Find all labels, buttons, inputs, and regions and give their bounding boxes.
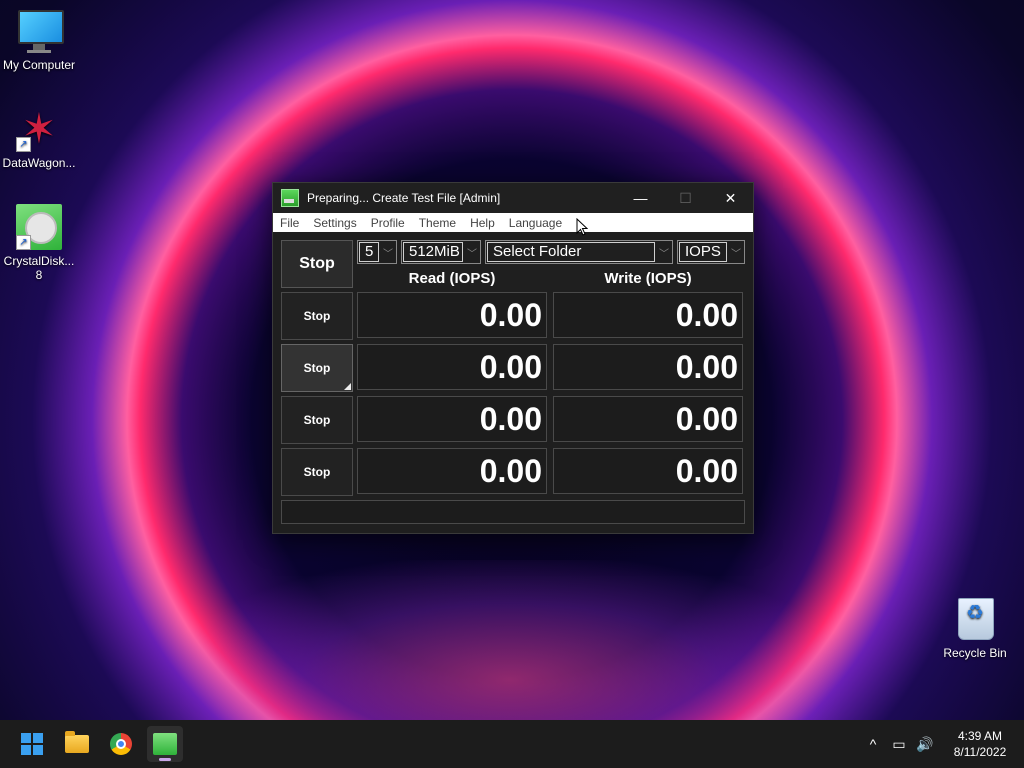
- start-button[interactable]: [14, 726, 50, 762]
- read-result-4: 0.00: [357, 448, 547, 494]
- test-stop-label-2: Stop: [303, 361, 331, 375]
- test-stop-button-3[interactable]: Stop: [281, 396, 353, 444]
- active-app-indicator: [159, 758, 171, 761]
- chevron-down-icon: ﹀: [731, 248, 741, 260]
- wallpaper-glow: [180, 560, 840, 720]
- taskbar-clock[interactable]: 4:39 AM 8/11/2022: [944, 728, 1016, 760]
- clock-time: 4:39 AM: [957, 729, 1003, 743]
- network-icon[interactable]: ▭: [886, 736, 912, 753]
- menu-profile[interactable]: Profile: [364, 216, 412, 230]
- menu-theme[interactable]: Theme: [412, 216, 463, 230]
- all-stop-button[interactable]: Stop: [281, 240, 353, 288]
- taskbar-crystaldiskmark[interactable]: [147, 726, 183, 762]
- minimize-button[interactable]: —: [618, 183, 663, 213]
- status-bar: [281, 500, 745, 524]
- unit-value: IOPS: [679, 242, 727, 262]
- test-stop-button-2[interactable]: Stop: [281, 344, 353, 392]
- monitor-icon: [16, 8, 64, 54]
- tray-chevron-icon[interactable]: ^: [860, 736, 886, 752]
- desktop: My Computer ✶ ↗ DataWagon... ↗ CrystalDi…: [0, 0, 1024, 720]
- unit-select[interactable]: IOPS ﹀: [677, 240, 745, 264]
- folder-select[interactable]: Select Folder ﹀: [485, 240, 673, 264]
- write-result-4: 0.00: [553, 448, 743, 494]
- file-explorer-icon: [65, 731, 89, 753]
- test-stop-button-4[interactable]: Stop: [281, 448, 353, 496]
- mouse-cursor-icon: [576, 218, 588, 236]
- menu-language[interactable]: Language: [502, 216, 569, 230]
- window-title: Preparing... Create Test File [Admin]: [307, 191, 501, 205]
- desktop-icon-label: DataWagon...: [2, 156, 76, 170]
- write-result-1: 0.00: [553, 292, 743, 338]
- test-size-select[interactable]: 512MiB ﹀: [401, 240, 481, 264]
- test-count-value: 5: [359, 242, 379, 262]
- taskbar-file-explorer[interactable]: [59, 726, 95, 762]
- test-stop-button-1[interactable]: Stop: [281, 292, 353, 340]
- chevron-down-icon: ﹀: [383, 248, 393, 260]
- chevron-down-icon: ﹀: [659, 248, 669, 260]
- title-bar[interactable]: Preparing... Create Test File [Admin] — …: [273, 183, 753, 213]
- desktop-icon-label: CrystalDisk... 8: [3, 254, 75, 282]
- desktop-icon-recycle-bin[interactable]: ♻ Recycle Bin: [936, 596, 1014, 660]
- desktop-icon-label: My Computer: [2, 58, 76, 72]
- crystaldiskmark-window: Preparing... Create Test File [Admin] — …: [272, 182, 754, 534]
- shortcut-arrow-icon: ↗: [16, 235, 31, 250]
- menu-file[interactable]: File: [273, 216, 306, 230]
- recycle-bin-icon: ♻: [952, 596, 998, 642]
- chrome-icon: [110, 733, 132, 755]
- write-column-header: Write (IOPS): [604, 270, 692, 287]
- taskbar: ^ ▭ 🔊 4:39 AM 8/11/2022: [0, 720, 1024, 768]
- corner-triangle-icon: [344, 383, 351, 390]
- chevron-down-icon: ﹀: [467, 248, 477, 260]
- clock-date: 8/11/2022: [953, 745, 1007, 759]
- maximize-button[interactable]: ☐: [663, 183, 708, 213]
- read-column-header: Read (IOPS): [408, 270, 496, 287]
- read-result-2: 0.00: [357, 344, 547, 390]
- close-button[interactable]: ✕: [708, 183, 753, 213]
- desktop-icon-crystaldiskmark[interactable]: ↗ CrystalDisk... 8: [0, 204, 78, 282]
- menu-help[interactable]: Help: [463, 216, 502, 230]
- menu-settings[interactable]: Settings: [306, 216, 363, 230]
- desktop-icon-my-computer[interactable]: My Computer: [0, 8, 78, 72]
- volume-icon[interactable]: 🔊: [912, 736, 938, 753]
- start-icon: [21, 733, 43, 755]
- read-result-3: 0.00: [357, 396, 547, 442]
- write-result-3: 0.00: [553, 396, 743, 442]
- taskbar-chrome[interactable]: [103, 726, 139, 762]
- test-count-select[interactable]: 5 ﹀: [357, 240, 397, 264]
- app-icon: [281, 189, 299, 207]
- crystaldiskmark-icon: ↗: [16, 204, 62, 250]
- shortcut-arrow-icon: ↗: [16, 137, 31, 152]
- main-panel: Stop 5 ﹀ 512MiB ﹀ Select Folder ﹀ IOPS ﹀…: [273, 232, 753, 532]
- datawagon-icon: ✶ ↗: [16, 106, 62, 152]
- desktop-icon-datawagon[interactable]: ✶ ↗ DataWagon...: [0, 106, 78, 171]
- test-size-value: 512MiB: [403, 242, 463, 262]
- folder-value: Select Folder: [487, 242, 655, 262]
- write-result-2: 0.00: [553, 344, 743, 390]
- read-result-1: 0.00: [357, 292, 547, 338]
- crystaldiskmark-icon: [153, 733, 177, 755]
- menu-bar: File Settings Profile Theme Help Languag…: [273, 213, 753, 232]
- desktop-icon-label: Recycle Bin: [943, 646, 1007, 660]
- system-tray: ^ ▭ 🔊 4:39 AM 8/11/2022: [860, 720, 1024, 768]
